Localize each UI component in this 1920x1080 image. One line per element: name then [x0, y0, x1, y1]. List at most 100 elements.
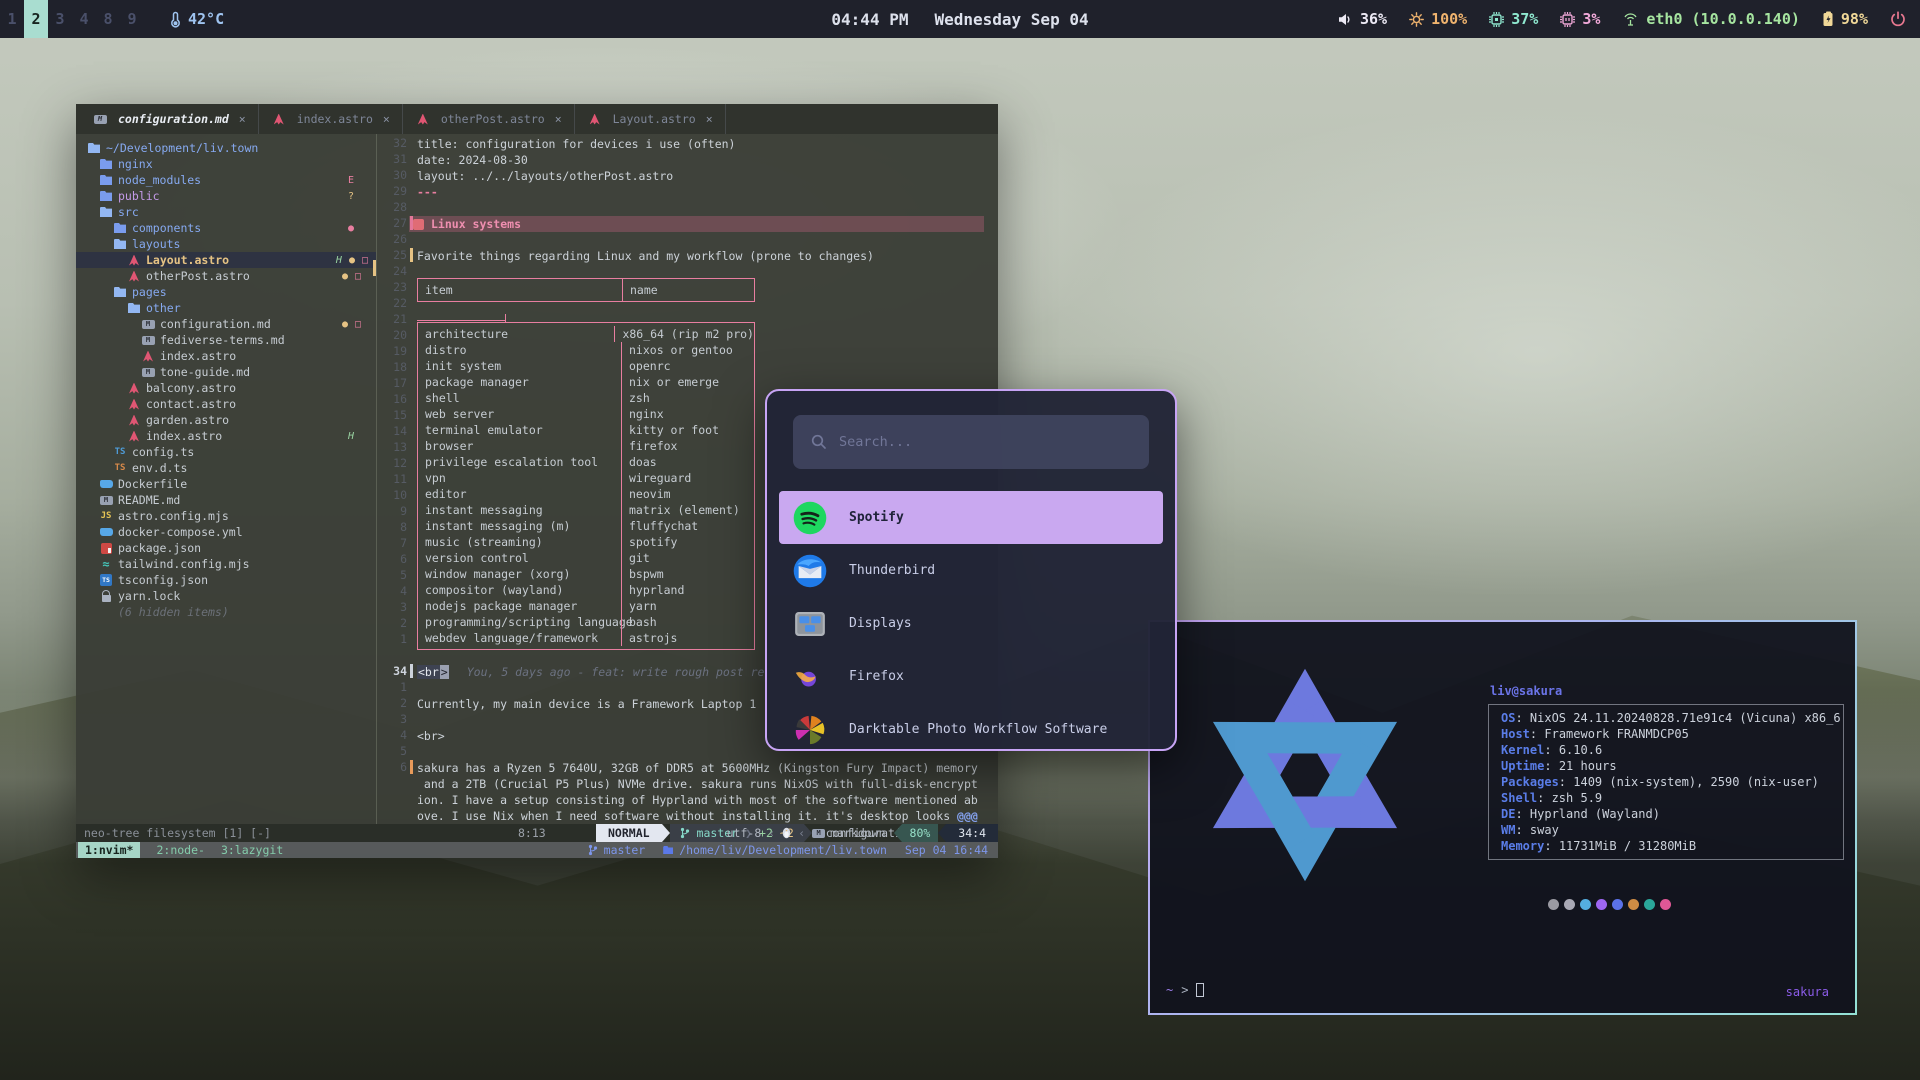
launcher-item[interactable]: Displays	[767, 597, 1175, 650]
network-widget[interactable]: eth0 (10.0.0.140)	[1622, 10, 1800, 28]
tree-item[interactable]: tone-guide.md	[76, 364, 376, 380]
tree-item[interactable]: docker-compose.yml	[76, 524, 376, 540]
workspace-button[interactable]: 4	[72, 0, 96, 38]
table-row: shell zsh	[418, 390, 754, 406]
editor-tab[interactable]: configuration.md ×	[80, 104, 259, 134]
tmux-window[interactable]: 1:nvim*	[78, 842, 140, 858]
workspace-button[interactable]: 2	[24, 0, 48, 38]
editor-tab[interactable]: index.astro ×	[259, 104, 403, 134]
tree-item-label: tailwind.config.mjs	[118, 557, 250, 571]
darktable-icon	[793, 713, 827, 747]
line-number	[377, 776, 407, 792]
workspace-button[interactable]: 9	[120, 0, 144, 38]
tree-item[interactable]: package.json	[76, 540, 376, 556]
power-button[interactable]	[1890, 11, 1906, 27]
search-placeholder: Search...	[839, 434, 912, 450]
editor-tab[interactable]: Layout.astro ×	[575, 104, 726, 134]
table-row: editor neovim	[418, 486, 754, 502]
table-row: nodejs package manager yarn	[418, 598, 754, 614]
tree-item[interactable]: balcony.astro	[76, 380, 376, 396]
volume-widget[interactable]: 36%	[1338, 10, 1387, 28]
tmux-path-text: /home/liv/Development/liv.town	[679, 843, 887, 857]
markdown-icon: M	[812, 829, 825, 838]
file-icon	[126, 430, 142, 443]
line-number: 2	[377, 616, 407, 632]
launcher-item[interactable]: Firefox	[767, 650, 1175, 703]
tree-item[interactable]: index.astro	[76, 348, 376, 364]
workspace-button[interactable]: 8	[96, 0, 120, 38]
tree-item[interactable]: yarn.lock	[76, 588, 376, 604]
file-encoding: utf-8	[727, 824, 762, 842]
app-icon	[793, 660, 827, 694]
fetch-field-value: sway	[1523, 823, 1559, 837]
tree-item-badges: ?	[348, 191, 376, 202]
file-icon	[98, 590, 114, 603]
fetch-field-value: 6.10.6	[1552, 743, 1603, 757]
tree-item[interactable]: garden.astro	[76, 412, 376, 428]
tree-item[interactable]: src	[76, 204, 376, 220]
tree-item[interactable]: (6 hidden items)	[76, 604, 376, 620]
fetch-field-label: Shell	[1501, 791, 1537, 805]
tree-item[interactable]: ~/Development/liv.town	[76, 140, 376, 156]
tree-item-label: fediverse-terms.md	[160, 333, 285, 347]
launcher-item[interactable]: Darktable Photo Workflow Software	[767, 703, 1175, 751]
close-icon[interactable]: ×	[555, 112, 562, 126]
shell-prompt[interactable]: ~ >	[1166, 983, 1204, 997]
editor-tab[interactable]: otherPost.astro ×	[403, 104, 575, 134]
fetch-field: Shell: zsh 5.9	[1501, 790, 1843, 806]
tree-item[interactable]: index.astro H	[76, 428, 376, 444]
battery-widget[interactable]: 98%	[1822, 10, 1868, 28]
tmux-right: master /home/liv/Development/liv.town Se…	[588, 843, 998, 857]
angle-separator: ‹	[798, 824, 805, 842]
launcher-item[interactable]: Spotify	[779, 491, 1163, 544]
tree-item[interactable]: env.d.ts	[76, 460, 376, 476]
tmux-window[interactable]: 3:lazygit	[221, 842, 283, 858]
workspace-button[interactable]: 3	[48, 0, 72, 38]
close-icon[interactable]: ×	[239, 112, 246, 126]
tree-item[interactable]: config.ts	[76, 444, 376, 460]
fetch-field-colon: :	[1559, 775, 1566, 789]
fetch-field: WM: sway	[1501, 822, 1843, 838]
tree-item[interactable]: Dockerfile	[76, 476, 376, 492]
workspace-button[interactable]: 1	[0, 0, 24, 38]
tree-item[interactable]: tsconfig.json	[76, 572, 376, 588]
tree-item-label: ~/Development/liv.town	[106, 141, 258, 155]
tmux-window[interactable]: 2:node-	[156, 842, 204, 858]
tree-item[interactable]: contact.astro	[76, 396, 376, 412]
tree-item[interactable]: Layout.astro H ● □	[76, 252, 376, 268]
tree-item[interactable]: nginx	[76, 156, 376, 172]
file-icon	[126, 382, 142, 395]
table-row: compositor (wayland) hyprland	[418, 582, 754, 598]
tree-item[interactable]: README.md	[76, 492, 376, 508]
brightness-widget[interactable]: 100%	[1409, 10, 1467, 28]
tree-item[interactable]: otherPost.astro ● □	[76, 268, 376, 284]
scroll-percent: 80%	[902, 824, 939, 842]
line-number: 3	[377, 712, 407, 728]
launcher-item[interactable]: Thunderbird	[767, 544, 1175, 597]
close-icon[interactable]: ×	[706, 112, 713, 126]
table-cell-name: bspwm	[621, 566, 754, 582]
cloud	[1056, 108, 1920, 594]
tree-item[interactable]: pages	[76, 284, 376, 300]
cpu-widget[interactable]: 37%	[1489, 10, 1538, 28]
tree-item[interactable]: tailwind.config.mjs	[76, 556, 376, 572]
tree-item[interactable]: fediverse-terms.md	[76, 332, 376, 348]
tree-item[interactable]: components ●	[76, 220, 376, 236]
line-number: 19	[377, 344, 407, 360]
line-number: 20	[377, 328, 407, 344]
tree-item[interactable]: configuration.md ● □	[76, 316, 376, 332]
search-input[interactable]: Search...	[793, 415, 1149, 469]
tree-item[interactable]: layouts	[76, 236, 376, 252]
fetch-field: Packages: 1409 (nix-system), 2590 (nix-u…	[1501, 774, 1843, 790]
angle-separator: ‹	[768, 824, 775, 842]
tab-label: index.astro	[297, 112, 373, 126]
tree-item[interactable]: public ?	[76, 188, 376, 204]
tree-item[interactable]: node_modules E	[76, 172, 376, 188]
table-cell-name: matrix (element)	[621, 502, 754, 518]
color-dot	[1612, 899, 1623, 910]
memory-widget[interactable]: 3%	[1560, 10, 1600, 28]
tree-item[interactable]: astro.config.mjs	[76, 508, 376, 524]
line-number: 34	[377, 664, 407, 680]
tree-item[interactable]: other	[76, 300, 376, 316]
close-icon[interactable]: ×	[383, 112, 390, 126]
